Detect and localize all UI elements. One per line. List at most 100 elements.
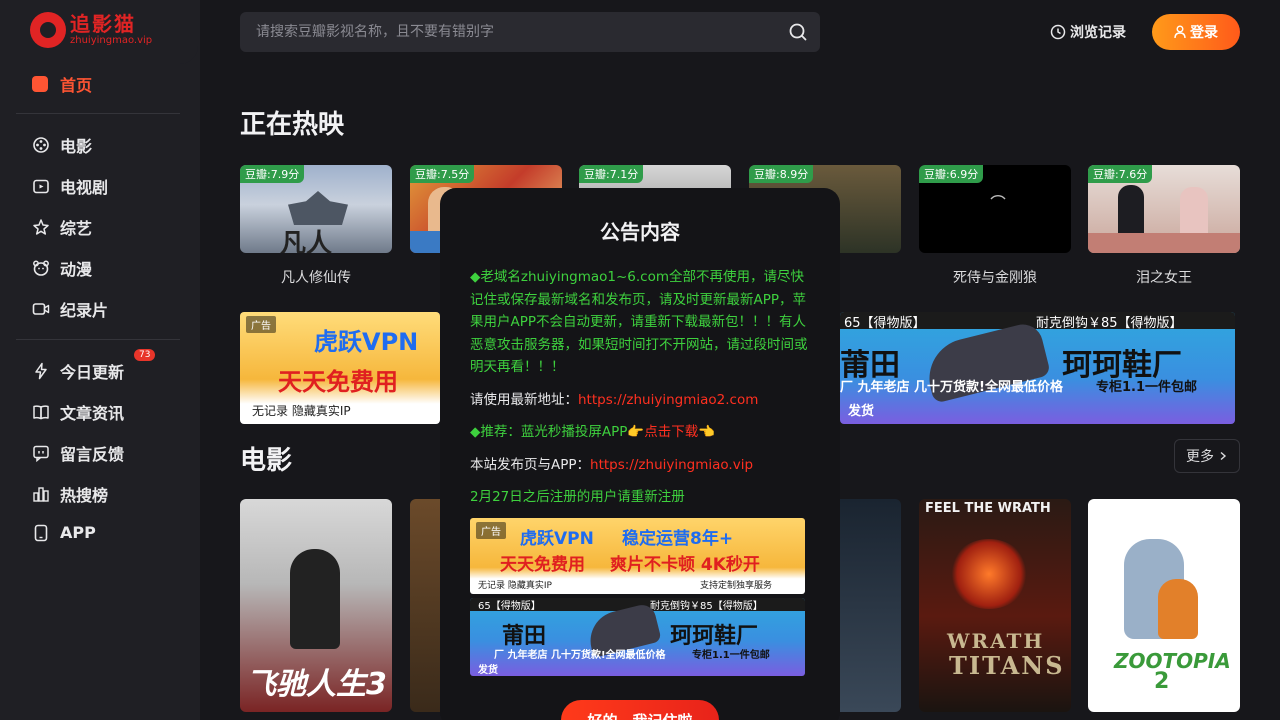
sidebar-item-documentary[interactable]: 纪录片 (32, 297, 108, 321)
search-input[interactable] (240, 12, 780, 52)
movie-card[interactable]: 豆瓣:7.9分 凡人 凡人修仙传 (240, 165, 392, 287)
sidebar-item-label: 纪录片 (60, 301, 109, 320)
modal-ad-shoes[interactable]: 65【得物版】 耐克倒钩￥85【得物版】 莆田 珂珂鞋厂 厂 九年老店 几十万货… (470, 598, 805, 676)
video-camera-icon (32, 300, 50, 318)
sidebar: 追影猫 zhuiyingmao.vip 首页 电影 电视剧 综艺 动漫 纪录片 … (0, 0, 200, 720)
sidebar-item-movie[interactable]: 电影 (32, 133, 92, 157)
divider (16, 113, 180, 114)
sidebar-item-label: 综艺 (60, 219, 93, 238)
chevron-right-icon (1220, 451, 1227, 461)
notice-label: 请使用最新地址： (470, 391, 578, 408)
login-label: 登录 (1190, 25, 1218, 41)
lightning-icon (32, 362, 50, 380)
download-link[interactable]: 点击下载 (644, 424, 698, 440)
release-page-link[interactable]: https://zhuiyingmiao.vip (590, 457, 753, 473)
rating-badge: 豆瓣:7.9分 (240, 165, 305, 183)
movie-thumbnail: 豆瓣:6.9分 (919, 165, 1071, 253)
sidebar-item-feedback[interactable]: 留言反馈 (32, 441, 124, 465)
ad-price-a: 65【得物版】 (844, 316, 926, 331)
latest-address-link[interactable]: https://zhuiyingmiao2.com (578, 392, 758, 408)
home-icon (32, 76, 48, 92)
book-icon (32, 403, 50, 421)
ad-subline: 厂 九年老店 几十万货款!全网最低价格 (494, 650, 666, 661)
ad-subline-2: 专柜1.1一件包邮 (692, 650, 770, 661)
ad-slogan-2: 爽片不卡顿 4K秒开 (610, 555, 760, 575)
more-label: 更多 (1186, 449, 1214, 465)
sidebar-item-label: 留言反馈 (60, 445, 125, 464)
notice-latest-address: 请使用最新地址：https://zhuiyingmiao2.com (470, 389, 810, 412)
ad-price-b: 耐克倒钩￥85【得物版】 (650, 601, 763, 612)
search-bar (240, 12, 820, 52)
logo-container: 追影猫 zhuiyingmao.vip (0, 0, 198, 64)
sidebar-item-today-updates[interactable]: 今日更新 (32, 359, 124, 383)
ad-slogan: 天天免费用 (278, 368, 398, 396)
site-logo[interactable]: 追影猫 zhuiyingmao.vip (30, 12, 152, 48)
sidebar-item-tv[interactable]: 电视剧 (32, 174, 108, 198)
ad-subline: 厂 九年老店 几十万货款!全网最低价格 (840, 380, 1063, 395)
notice-label: 本站发布页与APP： (470, 456, 591, 473)
search-icon[interactable] (788, 22, 808, 42)
ad-banner-vpn[interactable]: 广告 虎跃VPN 天天免费用 无记录 隐藏真实IP (240, 312, 440, 424)
message-icon (32, 444, 50, 462)
film-reel-icon (32, 136, 50, 154)
divider (16, 339, 180, 340)
ad-caption-2: 支持定制独享服务 (700, 581, 773, 591)
movie-title: 泪之女王 (1136, 270, 1192, 286)
movie-thumbnail: 豆瓣:7.6分 (1088, 165, 1240, 253)
rating-badge: 豆瓣:8.9分 (749, 165, 814, 183)
modal-ad-vpn[interactable]: 广告 虎跃VPN 稳定运营8年+ 天天免费用 爽片不卡顿 4K秒开 无记录 隐藏… (470, 518, 805, 594)
sidebar-item-label: 今日更新 (60, 363, 125, 382)
ad-tag: 广告 (476, 522, 506, 539)
sidebar-item-variety[interactable]: 综艺 (32, 215, 92, 239)
sidebar-item-home[interactable]: 首页 (32, 72, 92, 96)
movie-thumbnail: 豆瓣:7.9分 凡人 (240, 165, 392, 253)
acknowledge-button[interactable]: 好的，我记住啦 (561, 700, 719, 720)
bear-face-icon (32, 259, 50, 277)
logo-domain: zhuiyingmao.vip (70, 35, 153, 46)
loading-spinner-icon (990, 195, 1006, 200)
ad-banner-shoes[interactable]: 65【得物版】 耐克倒钩￥85【得物版】 莆田 珂珂鞋厂 厂 九年老店 几十万货… (840, 312, 1235, 424)
ad-headline-2: 稳定运营8年+ (622, 529, 734, 549)
ad-ship: 发货 (478, 665, 498, 676)
rating-badge: 豆瓣:7.5分 (410, 165, 475, 183)
sidebar-item-articles[interactable]: 文章资讯 (32, 400, 124, 424)
notice-label: ◆推荐：蓝光秒播投屏APP👉 (470, 424, 645, 440)
movie-card[interactable]: 豆瓣:6.9分 死侍与金刚狼 (919, 165, 1071, 287)
user-icon (1174, 25, 1186, 39)
clock-icon (1050, 24, 1066, 40)
sidebar-item-anime[interactable]: 动漫 (32, 256, 92, 280)
movie-poster[interactable]: ZOOTOPIA 2 (1088, 499, 1240, 712)
history-button[interactable]: 浏览记录 (1050, 22, 1126, 42)
ad-price-b: 耐克倒钩￥85【得物版】 (1036, 316, 1183, 331)
movie-title: 死侍与金刚狼 (953, 270, 1037, 286)
announcement-modal: 公告内容 ◆老域名zhuiyingmao1~6.com全部不再使用，请尽快记住或… (440, 188, 840, 720)
ad-caption: 无记录 隐藏真实IP (252, 404, 351, 418)
modal-body: ◆老域名zhuiyingmao1~6.com全部不再使用，请尽快记住或保存最新域… (470, 266, 810, 519)
movie-poster[interactable]: FEEL THE WRATH WRATH TITANS (919, 499, 1071, 712)
ad-price-a: 65【得物版】 (478, 601, 541, 612)
bar-chart-icon (32, 485, 50, 503)
logo-name: 追影猫 (70, 12, 136, 36)
rating-badge: 豆瓣:6.9分 (919, 165, 984, 183)
movie-poster[interactable]: 飞驰人生3 (240, 499, 392, 712)
cat-logo-icon (30, 12, 66, 48)
sidebar-item-label: 动漫 (60, 260, 93, 279)
ad-headline: 虎跃VPN (314, 328, 419, 356)
sidebar-item-hot-search[interactable]: 热搜榜 (32, 482, 108, 506)
login-button[interactable]: 登录 (1152, 14, 1240, 50)
movie-card[interactable]: 豆瓣:7.6分 泪之女王 (1088, 165, 1240, 287)
update-count-badge: 73 (134, 349, 156, 361)
ad-caption: 无记录 隐藏真实IP (478, 581, 552, 591)
notice-release-page: 本站发布页与APP：https://zhuiyingmiao.vip (470, 454, 810, 477)
sidebar-item-label: 热搜榜 (60, 486, 109, 505)
more-movies-button[interactable]: 更多 (1174, 439, 1240, 473)
ad-ship: 发货 (848, 404, 875, 419)
star-icon (32, 218, 50, 236)
rating-badge: 豆瓣:7.1分 (579, 165, 644, 183)
section-title-movies: 电影 (240, 446, 293, 476)
sidebar-item-label: 电影 (60, 137, 93, 156)
tv-icon (32, 177, 50, 195)
sidebar-item-label: 首页 (60, 76, 93, 95)
ad-subline-2: 专柜1.1一件包邮 (1096, 380, 1198, 395)
sidebar-item-app[interactable]: APP (32, 523, 96, 542)
